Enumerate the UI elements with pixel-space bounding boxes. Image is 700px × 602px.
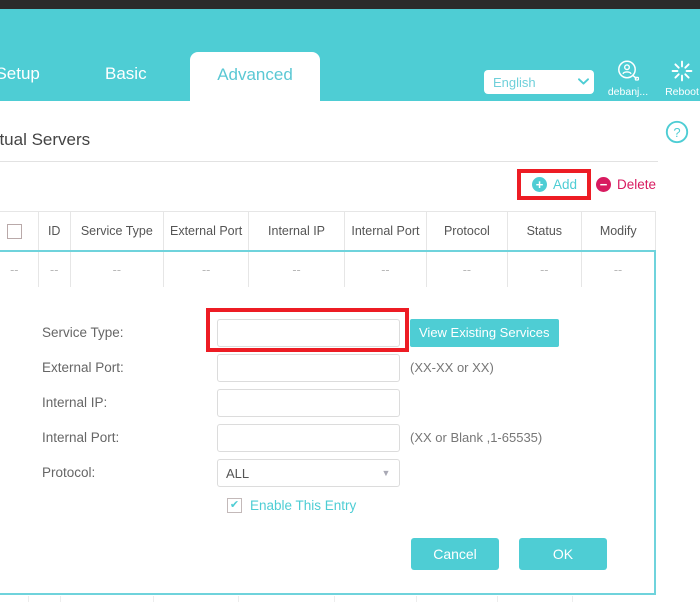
cell-id: -- xyxy=(37,250,71,289)
internal-port-label: Internal Port: xyxy=(42,430,120,445)
enable-entry-row[interactable]: ✔ Enable This Entry xyxy=(227,495,356,515)
nav-tab-quick-setup[interactable]: t Setup xyxy=(0,52,40,101)
internal-ip-input[interactable] xyxy=(217,389,400,417)
reboot-label: Reboot xyxy=(665,86,699,98)
virtual-servers-table: ID Service Type External Port Internal I… xyxy=(0,211,656,289)
table-header-internal-port: Internal Port xyxy=(343,211,428,252)
title-divider xyxy=(0,161,658,162)
protocol-label: Protocol: xyxy=(42,465,96,480)
cell-modify: -- xyxy=(580,250,656,289)
cancel-button[interactable]: Cancel xyxy=(411,538,499,570)
enable-entry-label: Enable This Entry xyxy=(250,497,357,513)
delete-button-label: Delete xyxy=(617,176,657,192)
plus-icon: + xyxy=(532,176,547,192)
table-header-row: ID Service Type External Port Internal I… xyxy=(0,211,656,252)
field-internal-port: Internal Port: (XX or Blank ,1-65535) xyxy=(0,424,654,452)
page-title: irtual Servers xyxy=(0,130,91,149)
view-existing-services-button[interactable]: View Existing Services xyxy=(410,319,559,347)
language-select[interactable]: English xyxy=(484,70,594,94)
internal-port-hint: (XX or Blank ,1-65535) xyxy=(410,430,543,445)
chevron-down-icon xyxy=(572,77,594,88)
dropdown-arrow-icon: ▼ xyxy=(381,467,391,478)
field-internal-ip: Internal IP: xyxy=(0,389,654,417)
table-column-dividers xyxy=(0,596,656,602)
cell-service-type: -- xyxy=(69,250,164,289)
internal-port-input[interactable] xyxy=(217,424,400,452)
help-icon[interactable]: ? xyxy=(665,120,689,144)
service-type-input[interactable] xyxy=(217,319,400,347)
language-select-value: English xyxy=(493,74,536,90)
minus-icon: − xyxy=(596,176,611,192)
table-header-select-all[interactable] xyxy=(0,211,39,252)
protocol-select-value: ALL xyxy=(226,465,250,481)
cell-select[interactable]: -- xyxy=(0,250,39,289)
internal-ip-label: Internal IP: xyxy=(42,395,108,410)
svg-text:?: ? xyxy=(673,125,680,140)
ok-button[interactable]: OK xyxy=(519,538,607,570)
field-service-type: Service Type: View Existing Services xyxy=(0,319,654,347)
external-port-label: External Port: xyxy=(42,360,124,375)
table-header-id: ID xyxy=(37,211,71,252)
delete-button[interactable]: − Delete xyxy=(596,173,656,195)
table-header-internal-ip: Internal IP xyxy=(248,211,345,252)
app-header: t Setup Basic Advanced English debanj... xyxy=(0,9,700,101)
add-button[interactable]: + Add xyxy=(532,173,577,195)
nav-tab-basic[interactable]: Basic xyxy=(105,52,147,101)
account-label: debanj... xyxy=(607,86,649,98)
nav-tab-advanced[interactable]: Advanced xyxy=(190,52,320,101)
account-button[interactable]: debanj... xyxy=(601,58,655,98)
cell-internal-ip: -- xyxy=(248,250,345,289)
browser-top-strip xyxy=(0,0,700,9)
table-header-protocol: Protocol xyxy=(426,211,508,252)
table-header-service-type: Service Type xyxy=(69,211,164,252)
external-port-input[interactable] xyxy=(217,354,400,382)
field-protocol: Protocol: ALL ▼ xyxy=(0,459,654,487)
external-port-hint: (XX-XX or XX) xyxy=(410,360,494,375)
reboot-icon xyxy=(655,58,700,84)
field-external-port: External Port: (XX-XX or XX) xyxy=(0,354,654,382)
table-row: -- -- -- -- -- -- -- -- -- xyxy=(0,250,656,289)
select-all-checkbox[interactable] xyxy=(6,223,22,239)
cell-protocol: -- xyxy=(426,250,508,289)
add-button-label: Add xyxy=(553,176,578,192)
table-header-external-port: External Port xyxy=(162,211,250,252)
protocol-select[interactable]: ALL ▼ xyxy=(217,459,400,487)
service-type-label: Service Type: xyxy=(42,325,124,340)
enable-entry-checkbox[interactable]: ✔ xyxy=(227,497,242,513)
cell-external-port: -- xyxy=(162,250,250,289)
reboot-button[interactable]: Reboot xyxy=(655,58,700,98)
cell-internal-port: -- xyxy=(343,250,428,289)
cell-status: -- xyxy=(506,250,582,289)
table-header-status: Status xyxy=(506,211,582,252)
table-header-modify: Modify xyxy=(580,211,656,252)
account-icon xyxy=(601,58,655,84)
